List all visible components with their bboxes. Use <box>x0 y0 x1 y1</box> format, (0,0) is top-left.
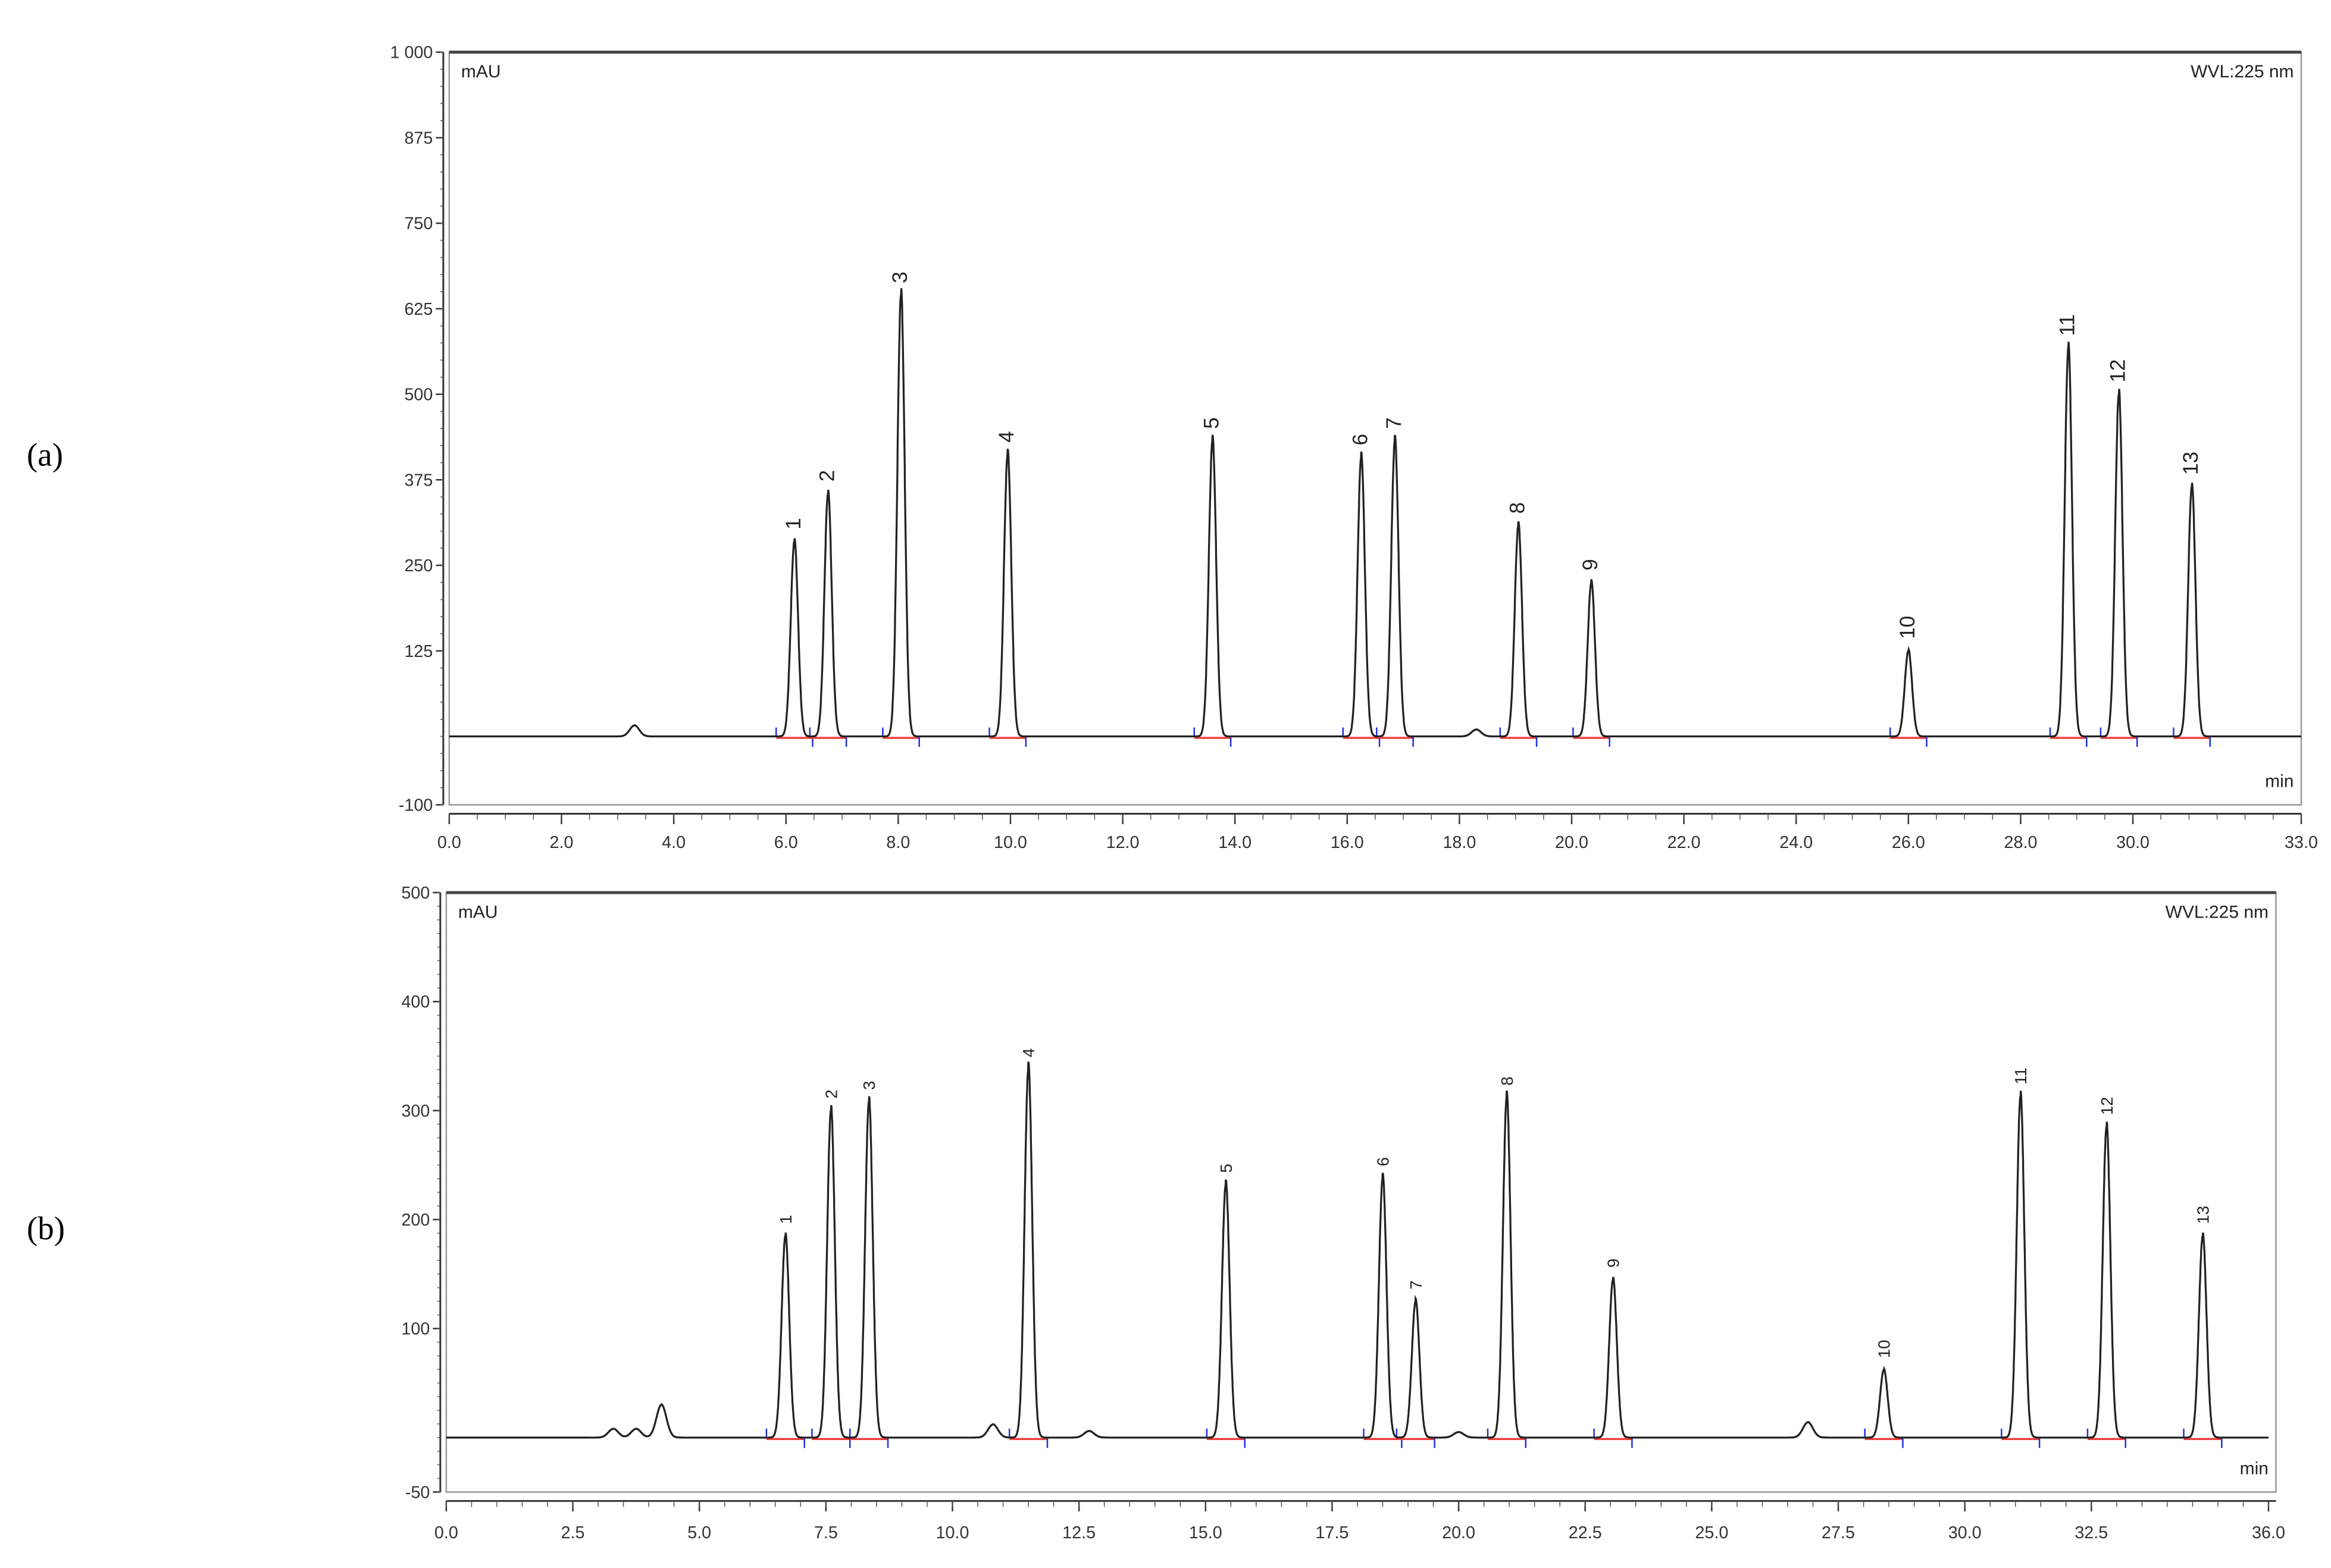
y-tick-label: 125 <box>404 642 433 661</box>
peak-label: 11 <box>2056 314 2079 336</box>
y-tick-label: 100 <box>401 1320 430 1339</box>
x-tick-label: 14.0 <box>1218 833 1251 852</box>
x-tick-label: 16.0 <box>1331 833 1364 852</box>
x-tick-label: 2.5 <box>561 1523 585 1542</box>
y-tick-label: 200 <box>401 1210 430 1229</box>
peak-label: 2 <box>822 1090 840 1098</box>
x-tick-label: 0.0 <box>434 1523 458 1542</box>
x-tick-label: 22.0 <box>1667 833 1701 852</box>
y-tick-label: 300 <box>401 1101 430 1121</box>
x-tick-label: 0.0 <box>437 833 461 852</box>
x-tick-label: 7.5 <box>814 1523 838 1542</box>
x-tick-label: 24.0 <box>1779 833 1813 852</box>
x-tick-label: 10.0 <box>994 833 1027 852</box>
x-tick-label: 36.0 <box>2252 1523 2285 1542</box>
x-tick-label: 22.5 <box>1569 1523 1602 1542</box>
x-tick-label: 20.0 <box>1555 833 1588 852</box>
peak-label: 13 <box>2179 452 2202 475</box>
y-unit-label: mAU <box>461 62 501 82</box>
wavelength-annotation: WVL:225 nm <box>2166 902 2269 922</box>
x-tick-label: 12.0 <box>1106 833 1140 852</box>
panel-label: (b) <box>27 1210 65 1246</box>
peak-label: 4 <box>995 431 1018 442</box>
x-tick-label: 25.0 <box>1695 1523 1728 1542</box>
peak-label: 3 <box>860 1081 878 1090</box>
chart-panel-b: (b) 500 400 300 200 100 -50 0.0 2.5 5.0 7.5 10.0 12.… <box>27 884 2285 1542</box>
peak-label: 11 <box>2011 1068 2030 1085</box>
x-tick-label: 33.0 <box>2285 833 2318 852</box>
y-tick-label: 500 <box>401 884 430 903</box>
chromatogram-trace <box>446 1061 2269 1439</box>
peak-label: 7 <box>1407 1281 1425 1290</box>
peak-label: 4 <box>1019 1048 1038 1057</box>
x-tick-label: 8.0 <box>886 833 910 852</box>
y-tick-label: 750 <box>404 214 433 233</box>
plot-frame <box>445 891 2277 1493</box>
x-tick-label: 6.0 <box>774 833 798 852</box>
peak-label: 12 <box>2107 359 2130 383</box>
y-tick-label: 875 <box>404 129 433 148</box>
peak-label: 10 <box>1896 616 1919 639</box>
x-tick-label: 30.0 <box>1948 1523 1982 1542</box>
y-tick-label: 250 <box>404 556 433 575</box>
x-tick-label: 28.0 <box>2004 833 2038 852</box>
peak-label: 2 <box>815 470 838 481</box>
x-tick-label: 26.0 <box>1892 833 1925 852</box>
peak-label: 8 <box>1498 1076 1516 1085</box>
x-tick-label: 4.0 <box>662 833 686 852</box>
x-tick-label: 15.0 <box>1189 1523 1222 1542</box>
x-unit-label: min <box>2265 771 2294 791</box>
y-tick-label: 500 <box>404 386 433 405</box>
peak-label: 10 <box>1875 1340 1894 1359</box>
x-tick-label: 12.5 <box>1062 1523 1096 1542</box>
chromatogram-trace <box>449 288 2302 738</box>
peak-label: 1 <box>777 1215 795 1224</box>
x-tick-label: 2.0 <box>550 833 574 852</box>
y-tick-label: 375 <box>404 471 433 490</box>
peak-label: 7 <box>1382 417 1406 428</box>
y-tick-label: -50 <box>405 1483 430 1502</box>
peak-label: 12 <box>2098 1097 2116 1115</box>
peak-label: 9 <box>1579 559 1602 570</box>
panel-label: (a) <box>27 437 63 473</box>
x-tick-label: 10.0 <box>936 1523 969 1542</box>
x-tick-label: 20.0 <box>1442 1523 1475 1542</box>
peak-label: 1 <box>782 518 805 529</box>
y-tick-label: 625 <box>404 300 433 319</box>
peak-label: 8 <box>1506 502 1529 514</box>
wavelength-annotation: WVL:225 nm <box>2191 62 2294 82</box>
x-unit-label: min <box>2240 1459 2269 1478</box>
peak-label: 3 <box>888 271 912 283</box>
chromatogram-figure: (a)1 000875750625500375250125-1000.0 2.0 4… <box>27 43 2318 1542</box>
peak-label: 13 <box>2194 1206 2212 1224</box>
x-tick-label: 27.5 <box>1822 1523 1855 1542</box>
peak-label: 6 <box>1348 434 1372 445</box>
x-tick-label: 18.0 <box>1443 833 1476 852</box>
x-tick-label: 30.0 <box>2116 833 2149 852</box>
plot-frame <box>448 51 2302 806</box>
peak-label: 6 <box>1373 1157 1392 1166</box>
peak-label: 5 <box>1217 1164 1235 1173</box>
peak-label: 5 <box>1200 417 1223 428</box>
x-tick-label: 5.0 <box>687 1523 711 1542</box>
chart-panel-a: (a)1 000875750625500375250125-1000.0 2.0 4… <box>27 43 2318 852</box>
x-tick-label: 32.5 <box>2075 1523 2108 1542</box>
y-unit-label: mAU <box>458 902 498 922</box>
x-tick-label: 17.5 <box>1315 1523 1348 1542</box>
y-tick-label: 400 <box>401 993 430 1012</box>
y-tick-label: -100 <box>399 796 433 815</box>
peak-label: 9 <box>1604 1259 1623 1267</box>
y-tick-label: 1 000 <box>390 43 433 62</box>
